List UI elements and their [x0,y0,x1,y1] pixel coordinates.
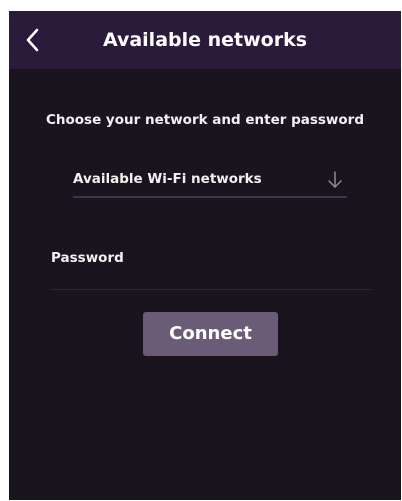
password-field[interactable] [51,263,371,290]
wifi-network-select[interactable]: Available Wi-Fi networks [73,168,347,198]
chevron-left-icon [26,28,39,52]
top-bar: Available networks [9,11,401,69]
wifi-network-label: Available Wi-Fi networks [73,171,262,187]
connect-button[interactable]: Connect [143,312,278,356]
arrow-down-icon [328,171,342,188]
page-title: Available networks [102,29,308,51]
app-screen: Available networks Choose your network a… [9,11,401,500]
instructions-text: Choose your network and enter password [45,112,365,128]
back-button[interactable] [21,26,45,54]
